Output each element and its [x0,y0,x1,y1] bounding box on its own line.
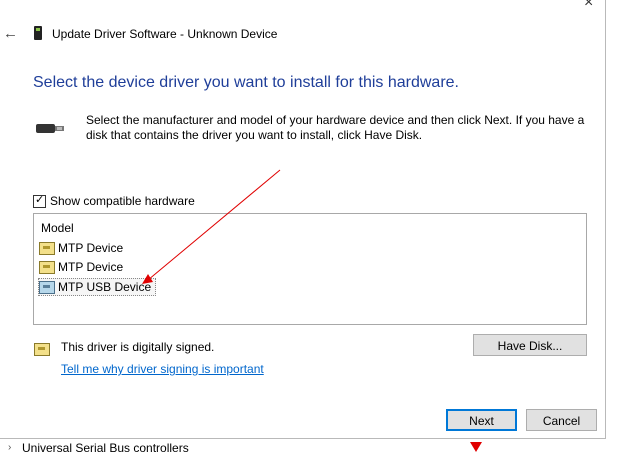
background-device-manager [606,0,628,456]
expand-chevron-icon[interactable]: › [8,442,11,453]
list-item-label: MTP USB Device [58,280,152,294]
instructions-text: Select the manufacturer and model of you… [86,113,585,142]
next-button[interactable]: Next [446,409,517,431]
list-item-label: MTP Device [58,260,124,274]
dialog-title: Update Driver Software - Unknown Device [52,27,278,41]
usb-cable-icon [36,124,64,133]
show-compatible-label[interactable]: Show compatible hardware [50,194,195,208]
list-item-mtp-device-2[interactable]: MTP Device [39,259,127,275]
background-tree: › Universal Serial Bus controllers [0,440,628,456]
usb-controllers-tree-item[interactable]: Universal Serial Bus controllers [22,441,189,455]
model-listbox[interactable]: Model MTP Device MTP Device MTP USB Devi… [33,213,587,325]
device-icon [39,260,55,274]
close-icon[interactable]: × [584,0,593,12]
cancel-button[interactable]: Cancel [526,409,597,431]
device-icon [39,241,55,255]
list-item-mtp-usb-device[interactable]: MTP USB Device [38,278,157,296]
device-icon [39,280,55,294]
list-item-mtp-device-1[interactable]: MTP Device [39,240,127,256]
have-disk-button[interactable]: Have Disk... [473,334,587,356]
back-arrow-icon[interactable]: ← [3,25,18,42]
driver-signing-link[interactable]: Tell me why driver signing is important [61,362,264,376]
model-column-header: Model [41,221,74,235]
show-compatible-row[interactable]: Show compatible hardware [33,193,195,208]
page-heading: Select the device driver you want to ins… [33,74,459,91]
show-compatible-checkbox[interactable] [33,193,46,208]
device-title-icon [34,26,42,40]
signing-status-text: This driver is digitally signed. [61,340,215,354]
signed-driver-icon [34,343,50,356]
update-driver-dialog: × ← Update Driver Software - Unknown Dev… [0,0,606,439]
list-item-label: MTP Device [58,241,124,255]
